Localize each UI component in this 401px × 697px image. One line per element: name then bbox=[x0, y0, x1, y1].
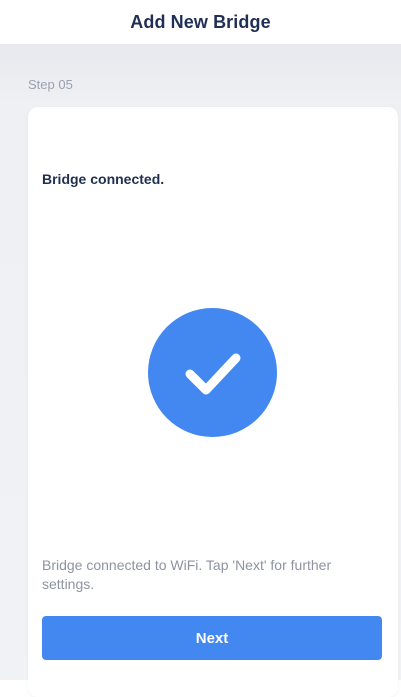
header-bar: Add New Bridge bbox=[0, 0, 401, 44]
card-title: Bridge connected. bbox=[42, 171, 165, 187]
connection-card: Bridge connected. Bridge connected to Wi… bbox=[28, 107, 398, 697]
checkmark-icon bbox=[185, 353, 240, 394]
next-button[interactable]: Next bbox=[42, 616, 382, 660]
checkmark-circle-icon bbox=[148, 308, 277, 437]
content-area: Step 05 Bridge connected. Bridge connect… bbox=[0, 44, 401, 697]
card-description: Bridge connected to WiFi. Tap 'Next' for… bbox=[42, 557, 332, 592]
step-label: Step 05 bbox=[28, 77, 73, 92]
page-title: Add New Bridge bbox=[130, 11, 271, 32]
